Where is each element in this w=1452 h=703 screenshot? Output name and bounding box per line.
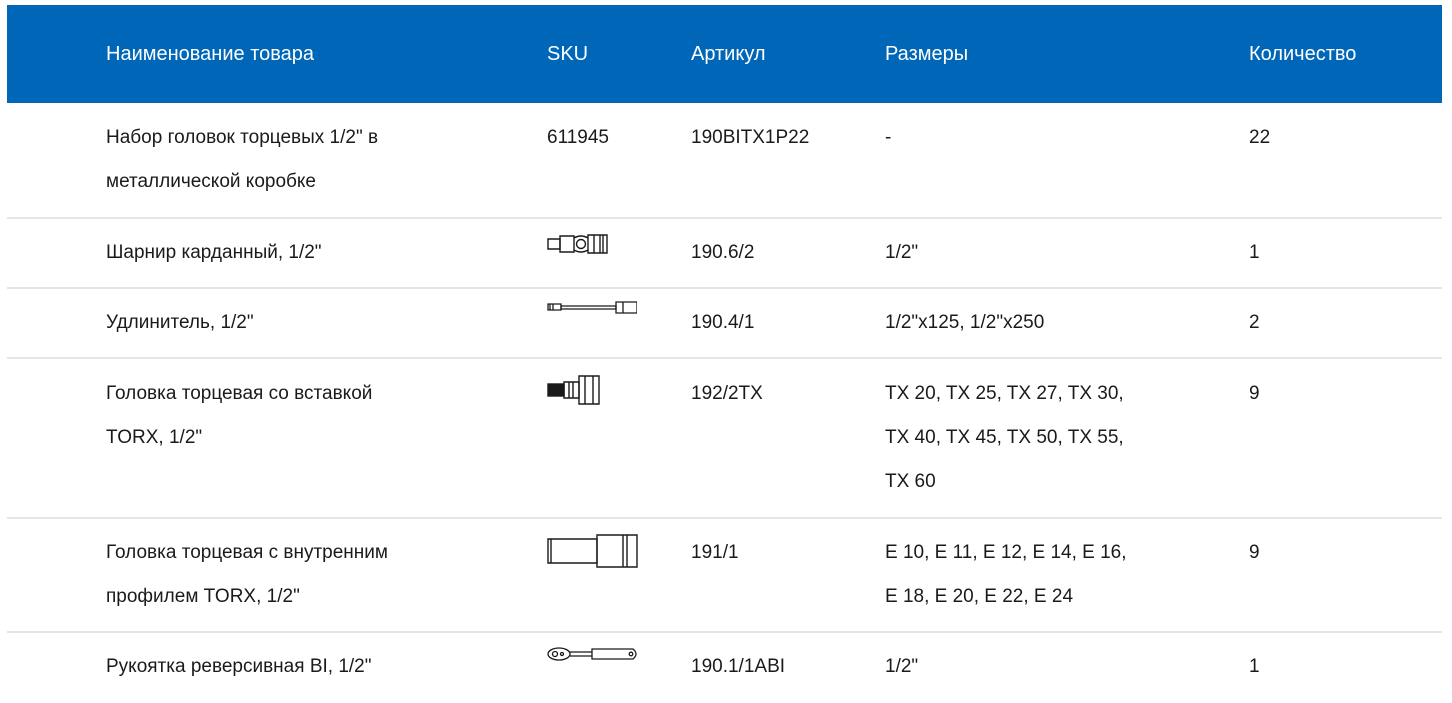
header-article: Артикул bbox=[691, 43, 766, 65]
universal-joint-icon bbox=[547, 232, 637, 256]
row-article: 190.6/2 bbox=[691, 242, 755, 263]
table-row: Удлинитель, 1/2" 190.4/1 1/2"x125, 1/2"x… bbox=[7, 289, 1442, 359]
row-sizes: 1/2" bbox=[885, 656, 919, 677]
table-header: Наименование товара SKU Артикул Размеры … bbox=[7, 5, 1442, 103]
row-name: Шарнир карданный, 1/2" bbox=[106, 242, 322, 263]
row-quantity: 2 bbox=[1249, 312, 1260, 333]
table-row: Головка торцевая со вставкой TORX, 1/2" … bbox=[7, 359, 1442, 519]
row-article: 192/2TX bbox=[691, 383, 763, 404]
table-row: Набор головок торцевых 1/2" в металличес… bbox=[7, 103, 1442, 219]
row-sizes: TX 20, TX 25, TX 27, TX 30, TX 40, TX 45… bbox=[885, 383, 1124, 492]
header-name: Наименование товара bbox=[106, 43, 315, 65]
row-article: 191/1 bbox=[691, 542, 739, 563]
row-name: Набор головок торцевых 1/2" в металличес… bbox=[106, 127, 379, 192]
row-sizes: 1/2"x125, 1/2"x250 bbox=[885, 312, 1045, 333]
ratchet-handle-icon bbox=[547, 645, 639, 663]
row-article: 190BITX1P22 bbox=[691, 127, 810, 148]
row-name: Рукоятка реверсивная BI, 1/2" bbox=[106, 656, 372, 677]
row-name: Головка торцевая со вставкой TORX, 1/2" bbox=[106, 383, 373, 448]
header-quantity: Количество bbox=[1249, 43, 1357, 65]
table-row: Шарнир карданный, 1/2" 190.6/2 1/2" 1 bbox=[7, 219, 1442, 289]
header-sizes: Размеры bbox=[885, 43, 969, 65]
socket-icon bbox=[547, 534, 639, 568]
row-sku: 611945 bbox=[547, 127, 609, 148]
row-quantity: 1 bbox=[1249, 656, 1260, 677]
header-sku: SKU bbox=[547, 43, 589, 65]
table-row: Рукоятка реверсивная BI, 1/2" 190.1/1ABI… bbox=[7, 633, 1442, 703]
row-sizes: E 10, E 11, E 12, E 14, E 16, E 18, E 20… bbox=[885, 542, 1127, 607]
row-sizes: - bbox=[885, 127, 892, 148]
row-article: 190.1/1ABI bbox=[691, 656, 786, 677]
row-name: Головка торцевая с внутренним профилем T… bbox=[106, 542, 388, 607]
row-name: Удлинитель, 1/2" bbox=[106, 312, 254, 333]
row-quantity: 9 bbox=[1249, 383, 1260, 404]
row-quantity: 9 bbox=[1249, 542, 1260, 563]
row-quantity: 22 bbox=[1249, 127, 1271, 148]
row-sizes: 1/2" bbox=[885, 242, 919, 263]
row-quantity: 1 bbox=[1249, 242, 1260, 263]
row-article: 190.4/1 bbox=[691, 312, 755, 333]
extension-bar-icon bbox=[547, 300, 637, 316]
table-row: Головка торцевая с внутренним профилем T… bbox=[7, 519, 1442, 633]
product-table: Наименование товара SKU Артикул Размеры … bbox=[7, 5, 1442, 703]
torx-bit-socket-icon bbox=[547, 374, 637, 406]
